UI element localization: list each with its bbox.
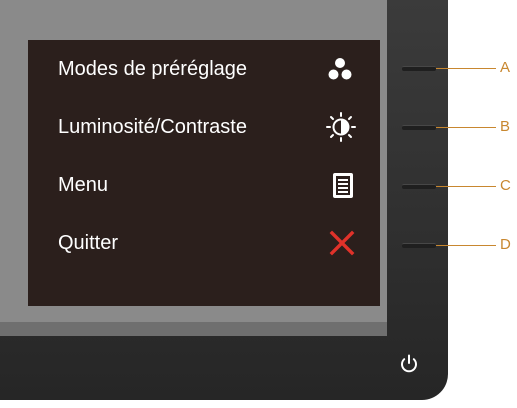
hw-button-c[interactable] [402, 184, 436, 189]
osd-item-quit[interactable]: Quitter [28, 224, 380, 264]
hw-button-a[interactable] [402, 66, 436, 71]
leader-line-d [436, 245, 496, 246]
power-icon [401, 354, 417, 373]
preset-modes-icon [325, 55, 355, 85]
button-letter-b: B [500, 118, 511, 135]
brightness-contrast-icon [326, 112, 356, 142]
hw-button-b[interactable] [402, 125, 436, 130]
leader-line-c [436, 186, 496, 187]
leader-line-a [436, 68, 496, 69]
monitor-stage: Modes de préréglage Luminosité/Contraste [0, 0, 517, 408]
osd-item-label: Quitter [58, 232, 119, 254]
osd-item-menu[interactable]: Menu [28, 166, 380, 206]
button-letter-c: C [500, 177, 511, 194]
menu-document-icon [328, 171, 358, 201]
leader-line-b [436, 127, 496, 128]
power-button[interactable] [397, 352, 421, 376]
osd-item-label: Luminosité/Contraste [58, 116, 247, 138]
osd-menu: Modes de préréglage Luminosité/Contraste [28, 40, 380, 306]
osd-item-label: Menu [58, 174, 109, 196]
hw-button-d[interactable] [402, 243, 436, 248]
osd-item-label: Modes de préréglage [58, 58, 248, 80]
button-letter-a: A [500, 59, 511, 76]
osd-item-preset-modes[interactable]: Modes de préréglage [28, 50, 380, 90]
osd-item-brightness-contrast[interactable]: Luminosité/Contraste [28, 108, 380, 148]
button-letter-d: D [500, 236, 511, 253]
close-x-icon [327, 228, 357, 258]
